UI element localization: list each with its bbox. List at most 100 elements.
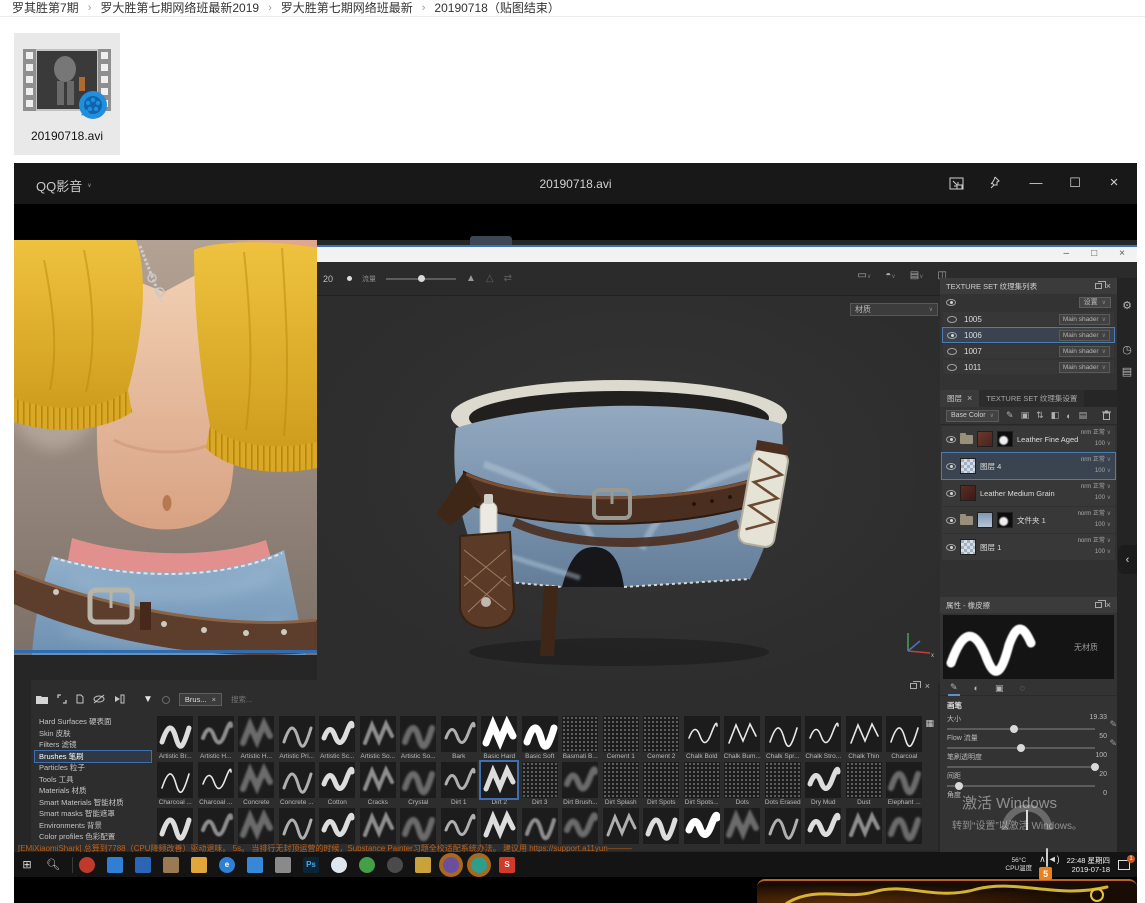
taskbar-search-icon[interactable]: 🔍︎ [40, 858, 66, 871]
media-app-icon[interactable] [415, 857, 431, 873]
add-layer-icon[interactable]: ▣ [1021, 410, 1030, 421]
brush-item[interactable]: Dots [722, 762, 763, 808]
close-panel-icon[interactable]: × [1106, 282, 1111, 291]
file-tile-20190718[interactable]: 20190718.avi [14, 33, 120, 155]
close-panel-icon[interactable]: × [925, 682, 930, 691]
breadcrumb-item[interactable]: 罗大胜第七期网络班最新2019 [100, 0, 259, 16]
visibility-eye-icon[interactable] [946, 490, 956, 497]
shading-sphere-icon[interactable]: ◓∨ [885, 270, 895, 281]
texture-set-row[interactable]: 1005Main shader∨ [943, 312, 1114, 326]
brush-item[interactable] [196, 808, 237, 844]
stencil-tab-icon[interactable]: ▣ [993, 682, 1006, 695]
brush-item[interactable] [722, 808, 763, 844]
browser-app-icon[interactable] [331, 857, 347, 873]
dock-gear-icon[interactable]: ⚙ [1121, 300, 1134, 313]
brush-item[interactable]: Artistic So... [398, 716, 439, 762]
shelf-category[interactable]: Color profiles 色彩配置 [35, 831, 151, 843]
brush-item[interactable]: Dirt 3 [520, 762, 561, 808]
texture-set-row[interactable]: 1007Main shader∨ [943, 344, 1114, 358]
sougou-app-icon[interactable]: S [499, 857, 515, 873]
breadcrumb-item[interactable]: 罗大胜第七期网络班最新 [281, 0, 413, 16]
brush-item[interactable] [358, 808, 399, 844]
camera-view-icon[interactable]: ▤∨ [910, 270, 924, 281]
visibility-eye-icon[interactable] [946, 544, 956, 551]
brush-item[interactable]: Dry Mud [803, 762, 844, 808]
shader-dropdown[interactable]: Main shader∨ [1059, 362, 1110, 373]
expand-icon[interactable] [57, 694, 67, 707]
brush-item[interactable]: Artistic Pri... [277, 716, 318, 762]
brush-item[interactable] [277, 808, 318, 844]
layer-row[interactable]: 图层 4nrm 正常 ∨100 ∨ [942, 453, 1115, 479]
brush-item[interactable]: Chalk Stro... [803, 716, 844, 762]
shelf-category[interactable]: Tools 工具 [35, 774, 151, 786]
layer-blend-opacity[interactable]: nrm 正常 ∨100 ∨ [1081, 482, 1111, 504]
file-icon[interactable] [76, 694, 84, 707]
texture-set-row[interactable]: 1006Main shader∨ [943, 328, 1114, 342]
tray-expand-icon[interactable]: ∧ [1039, 854, 1046, 864]
import-icon[interactable] [114, 694, 125, 707]
visibility-eye-icon[interactable] [946, 517, 956, 524]
layer-blend-opacity[interactable]: norm 正常 ∨100 ∨ [1078, 536, 1111, 558]
visibility-eye-icon[interactable] [946, 436, 956, 443]
brush-item[interactable] [803, 808, 844, 844]
symmetry-icon[interactable]: ▲ [466, 273, 476, 284]
brush-item[interactable]: Cement 2 [641, 716, 682, 762]
texture-set-row[interactable]: 1011Main shader∨ [943, 360, 1114, 374]
brush-item[interactable]: Artistic H... [236, 716, 277, 762]
brush-tip-icon[interactable] [347, 276, 352, 281]
search-filter-chip[interactable]: Brus... × [179, 693, 222, 706]
brush-item[interactable]: Dirt Spots... [682, 762, 723, 808]
brush-item[interactable]: Elephant ... [884, 762, 925, 808]
layer-row[interactable]: 图层 1norm 正常 ∨100 ∨ [942, 534, 1115, 560]
brush-item[interactable]: Cracks [358, 762, 399, 808]
brush-item[interactable]: Chalk Bum... [722, 716, 763, 762]
mini-mode-icon[interactable] [949, 177, 967, 190]
brush-item[interactable]: Chalk Spr... [763, 716, 804, 762]
notes-app-icon[interactable] [107, 857, 123, 873]
green-app-icon[interactable] [359, 857, 375, 873]
close-icon[interactable]: × [1105, 174, 1123, 192]
photoshop-icon[interactable]: Ps [303, 857, 319, 873]
shelf-category[interactable]: Smart masks 智能遮罩 [35, 808, 151, 820]
brush-item[interactable] [155, 808, 196, 844]
start-button[interactable]: ⊞ [14, 858, 40, 871]
channel-dropdown[interactable]: Base Color ∨ [946, 410, 999, 422]
shelf-category[interactable]: Filters 滤镜 [35, 739, 151, 751]
shader-dropdown[interactable]: Main shader∨ [1059, 314, 1110, 325]
minimize-icon[interactable]: — [1027, 174, 1045, 192]
float-panel-icon[interactable] [1095, 283, 1102, 289]
pin-icon[interactable] [988, 176, 1006, 190]
visibility-eye-icon[interactable] [946, 463, 956, 470]
brush-item[interactable] [884, 808, 925, 844]
brush-item[interactable]: Chalk Thin [844, 716, 885, 762]
notification-center-icon[interactable]: 1 [1117, 858, 1133, 872]
brush-item[interactable] [763, 808, 804, 844]
folder-icon[interactable] [36, 695, 48, 707]
capture-app-icon[interactable] [275, 857, 291, 873]
shelf-category[interactable]: Brushes 笔刷 [35, 751, 151, 763]
layer-row[interactable]: Leather Medium Grainnrm 正常 ∨100 ∨ [942, 480, 1115, 506]
brush-item[interactable]: Concrete [236, 762, 277, 808]
settings-dropdown[interactable]: 设置 ∨ [1079, 297, 1111, 308]
tray-five-icon[interactable]: 5 [1039, 867, 1052, 880]
brush-item[interactable]: Artistic So... [358, 716, 399, 762]
brush-item[interactable]: Dust [844, 762, 885, 808]
toolbar-flow-slider[interactable] [386, 278, 456, 280]
material-tab-icon[interactable]: ◌ [1018, 682, 1027, 694]
breadcrumb-item[interactable]: 罗其胜第7期 [12, 0, 79, 16]
brush-item[interactable]: Bark [439, 716, 480, 762]
shelf-category[interactable]: Skin 皮肤 [35, 728, 151, 740]
brush-item[interactable] [398, 808, 439, 844]
brush-tab-icon[interactable]: ✎ [948, 681, 960, 696]
brush-item[interactable]: Dirt Spots [641, 762, 682, 808]
layer-blend-opacity[interactable]: nrm 正常 ∨100 ∨ [1081, 455, 1111, 477]
material-mode-dropdown[interactable]: 材质 ∨ [850, 303, 938, 316]
screen-recorder-icon[interactable] [79, 857, 95, 873]
lazy-mouse-icon[interactable]: △ [486, 273, 494, 284]
tab-texture-set-settings[interactable]: TEXTURE SET 纹理集设置 [979, 390, 1084, 407]
shelf-category[interactable]: Environments 背景 [35, 820, 151, 832]
brush-item[interactable]: Concrete ... [277, 762, 318, 808]
visibility-eye-icon[interactable] [947, 332, 957, 339]
close-tab-icon[interactable]: × [967, 394, 972, 403]
brush-item[interactable] [844, 808, 885, 844]
